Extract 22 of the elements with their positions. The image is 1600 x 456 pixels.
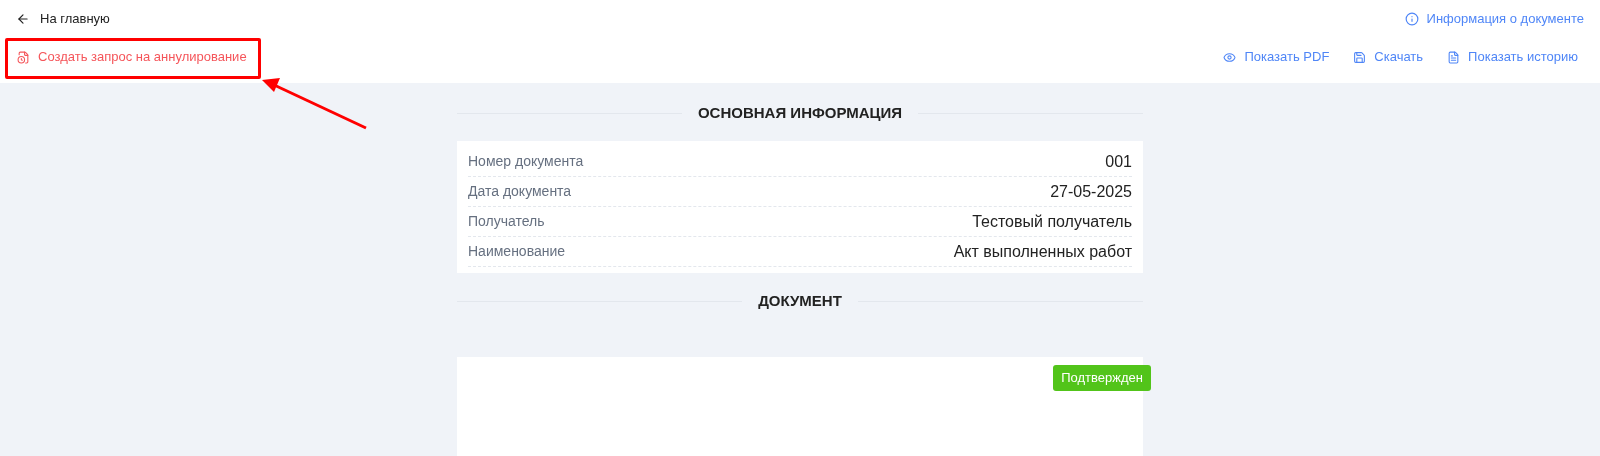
field-label: Дата документа <box>468 182 572 201</box>
field-value: Акт выполненных работ <box>953 242 1132 262</box>
status-badge: Подтвержден <box>1053 365 1151 391</box>
document-clock-icon <box>17 50 30 64</box>
field-label: Номер документа <box>468 152 584 171</box>
back-link[interactable]: На главную <box>16 9 110 29</box>
toolbar-button[interactable]: Показать историю <box>1447 47 1578 67</box>
info-icon <box>1404 12 1419 26</box>
toolbar-button[interactable]: Скачать <box>1353 47 1424 67</box>
field-value: 27-05-2025 <box>1050 182 1132 202</box>
field-value: 001 <box>1105 152 1132 172</box>
eye-icon <box>1223 50 1237 64</box>
toolbar-button[interactable]: Показать PDF <box>1223 47 1330 67</box>
field-value: Тестовый получатель <box>972 212 1132 232</box>
cancel-request-button[interactable]: Создать запрос на аннулирование <box>16 47 248 67</box>
document-info-link[interactable]: Информация о документе <box>1404 9 1584 29</box>
section-title: ОСНОВНАЯ ИНФОРМАЦИЯ <box>697 102 903 123</box>
field-label: Наименование <box>468 242 566 261</box>
section-title: ДОКУМЕНТ <box>758 290 842 311</box>
save-icon <box>1353 50 1367 64</box>
history-icon <box>1447 50 1461 64</box>
field-label: Получатель <box>468 212 545 231</box>
